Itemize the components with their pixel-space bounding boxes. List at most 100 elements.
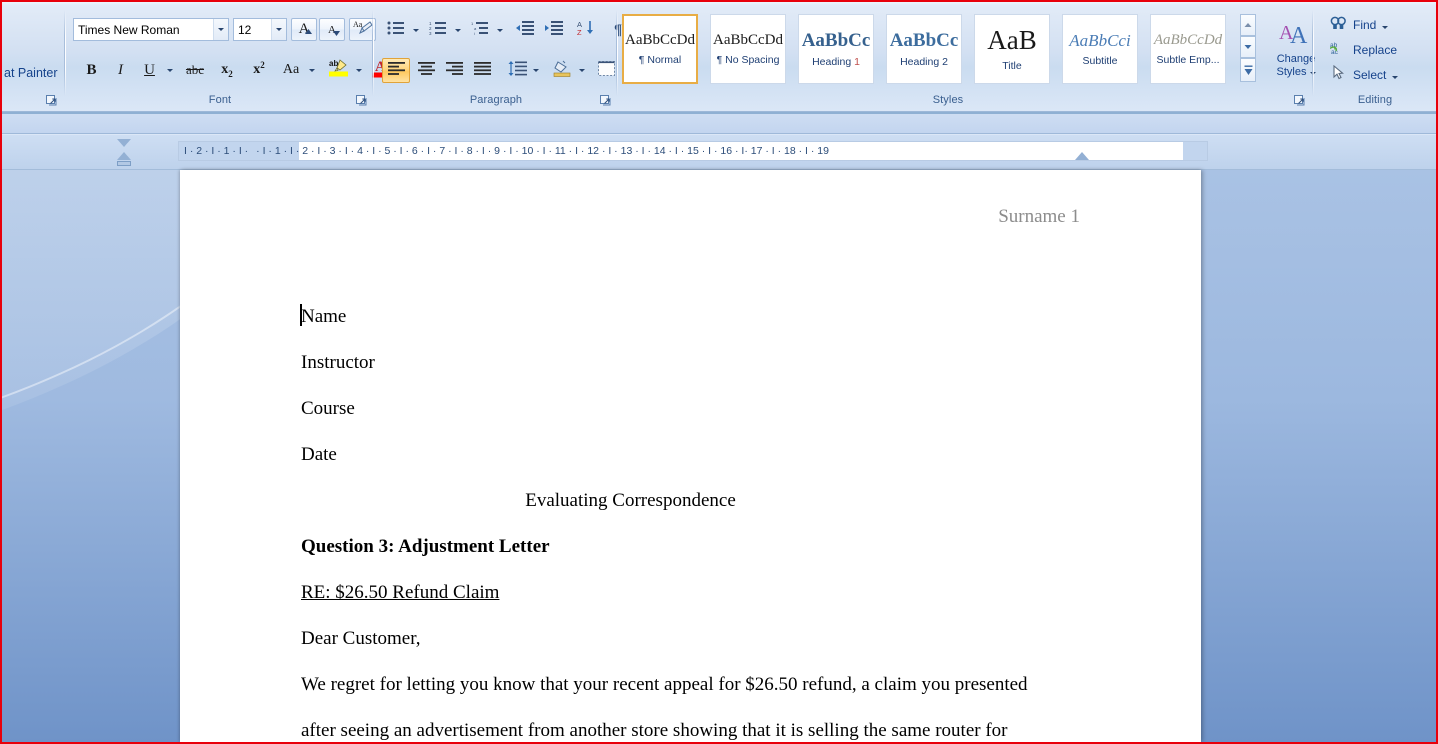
font-size-chevron-down-icon[interactable] — [271, 19, 286, 40]
align-right-icon — [445, 61, 463, 80]
grow-font-button[interactable]: A — [291, 18, 317, 41]
align-left-button[interactable] — [382, 58, 410, 83]
replace-label: Replace — [1353, 43, 1398, 57]
decrease-indent-icon — [516, 20, 534, 40]
underline-chevron-down-icon[interactable] — [163, 58, 177, 82]
style-cell-title[interactable]: AaB Title — [974, 14, 1050, 84]
align-center-icon — [417, 61, 435, 80]
multilevel-chevron-down-icon[interactable] — [494, 18, 506, 42]
horizontal-ruler[interactable]: I · 2 · I · 1 · I · · I · 1 · I · 2 · I ·… — [178, 141, 1208, 161]
bullets-icon — [387, 21, 405, 40]
format-painter-label[interactable]: at Painter — [4, 66, 58, 80]
paragraph-dialog-launcher[interactable] — [599, 94, 612, 107]
line-spacing-button[interactable] — [504, 58, 530, 83]
increase-indent-button[interactable] — [540, 18, 568, 42]
multilevel-list-button[interactable]: 1 a i — [466, 18, 494, 42]
underline-label: U — [144, 61, 155, 78]
change-case-button[interactable]: Aa — [276, 58, 306, 82]
document-line[interactable]: after seeing an advertisement from anoth… — [301, 721, 1007, 740]
editing-group: Find ab ac Replace Select Editing — [1316, 6, 1434, 110]
document-line[interactable]: Evaluating Correspondence — [180, 491, 1201, 510]
font-group-label: Font — [208, 94, 232, 106]
bullets-chevron-down-icon[interactable] — [410, 18, 422, 42]
style-cell-heading-1[interactable]: AaBbCc Heading 1 — [798, 14, 874, 84]
style-cell-subtle-emp[interactable]: AaBbCcDd Subtle Emp... — [1150, 14, 1226, 84]
grow-font-up-icon — [305, 22, 312, 40]
bold-button[interactable]: B — [78, 58, 105, 82]
first-line-indent-marker[interactable] — [117, 139, 131, 147]
sort-button[interactable]: A Z — [572, 18, 600, 42]
select-chevron-down-icon[interactable] — [1392, 66, 1399, 84]
style-name-label: Subtle Emp... — [1156, 54, 1219, 66]
hanging-indent-marker[interactable] — [117, 152, 131, 160]
style-name-text: Normal — [647, 53, 682, 66]
font-name-chevron-down-icon[interactable] — [213, 19, 228, 40]
document-line[interactable]: Course — [301, 399, 355, 418]
styles-more-button[interactable] — [1240, 58, 1256, 82]
document-line[interactable]: Date — [301, 445, 337, 464]
italic-button[interactable]: I — [107, 58, 134, 82]
document-body[interactable]: Surname 1 Name Instructor Course Date Evalua… — [180, 170, 1201, 742]
styles-scroll-down-button[interactable] — [1240, 36, 1256, 58]
strikethrough-button[interactable]: abc — [180, 58, 210, 82]
shading-button[interactable] — [548, 58, 576, 83]
style-name-text: Heading 1 — [812, 55, 860, 68]
align-center-button[interactable] — [412, 58, 440, 83]
svg-text:ac: ac — [1331, 49, 1339, 55]
document-line[interactable]: Question 3: Adjustment Letter — [301, 537, 550, 556]
justify-button[interactable] — [468, 58, 496, 83]
superscript-sup: 2 — [260, 60, 265, 70]
paragraph-group: 1 2 3 1 a i A Z Paragraph — [376, 6, 629, 110]
style-cell-normal[interactable]: AaBbCcDd ¶ Normal — [622, 14, 698, 84]
find-button[interactable]: Find — [1328, 14, 1390, 36]
document-line[interactable]: RE: $26.50 Refund Claim — [301, 583, 499, 602]
font-size-combo[interactable]: 12 — [233, 18, 287, 41]
highlight-chevron-down-icon[interactable] — [353, 58, 365, 82]
text-highlight-color-button[interactable]: ab — [325, 57, 353, 83]
svg-text:Z: Z — [577, 28, 582, 36]
svg-text:i: i — [474, 31, 475, 35]
line-spacing-chevron-down-icon[interactable] — [530, 58, 542, 83]
style-cell-subtitle[interactable]: AaBbCci Subtitle — [1062, 14, 1138, 84]
style-name-label: Subtitle — [1082, 55, 1117, 67]
document-line[interactable]: We regret for letting you know that your… — [301, 675, 1028, 694]
document-line[interactable]: Instructor — [301, 353, 375, 372]
subscript-button[interactable]: x2 — [212, 58, 242, 82]
style-sample-text: AaBbCcDd — [1153, 31, 1223, 48]
clipboard-dialog-launcher[interactable] — [45, 94, 58, 107]
change-case-chevron-down-icon[interactable] — [306, 58, 318, 82]
style-name-label: Heading 1 — [812, 56, 860, 68]
font-dialog-launcher[interactable] — [355, 94, 368, 107]
shrink-font-button[interactable]: A — [319, 18, 345, 41]
numbering-button[interactable]: 1 2 3 — [424, 18, 452, 42]
document-line[interactable]: Dear Customer, — [301, 629, 421, 648]
svg-text:A: A — [1290, 23, 1308, 47]
style-name-text: Subtitle — [1082, 54, 1118, 67]
numbering-chevron-down-icon[interactable] — [452, 18, 464, 42]
align-right-button[interactable] — [440, 58, 468, 83]
shading-chevron-down-icon[interactable] — [576, 58, 588, 83]
replace-icon: ab ac — [1329, 40, 1347, 60]
group-separator — [372, 10, 374, 96]
underline-button[interactable]: U — [136, 58, 163, 82]
style-cell-heading-2[interactable]: AaBbCc Heading 2 — [886, 14, 962, 84]
document-line[interactable]: Name — [301, 307, 346, 326]
right-indent-marker[interactable] — [1075, 152, 1089, 160]
replace-button[interactable]: ab ac Replace — [1328, 39, 1399, 61]
decrease-indent-button[interactable] — [511, 18, 539, 42]
bullets-button[interactable] — [382, 18, 410, 42]
toolbar-band — [2, 112, 1436, 134]
left-indent-marker[interactable] — [117, 161, 131, 166]
wallpaper-swoosh-edge — [2, 170, 180, 470]
justify-icon — [473, 61, 491, 80]
superscript-button[interactable]: x2 — [244, 58, 274, 82]
style-cell-no-spacing[interactable]: AaBbCcDd ¶ No Spacing — [710, 14, 786, 84]
select-button[interactable]: Select — [1328, 64, 1400, 86]
styles-scroll-up-button[interactable] — [1240, 14, 1256, 36]
document-page[interactable]: Surname 1 Name Instructor Course Date Evalua… — [180, 170, 1201, 742]
find-chevron-down-icon[interactable] — [1382, 16, 1389, 34]
font-name-combo[interactable]: Times New Roman — [73, 18, 229, 41]
styles-dialog-launcher[interactable] — [1293, 94, 1306, 107]
desktop-background-right — [1201, 170, 1436, 742]
svg-text:3: 3 — [429, 31, 432, 35]
